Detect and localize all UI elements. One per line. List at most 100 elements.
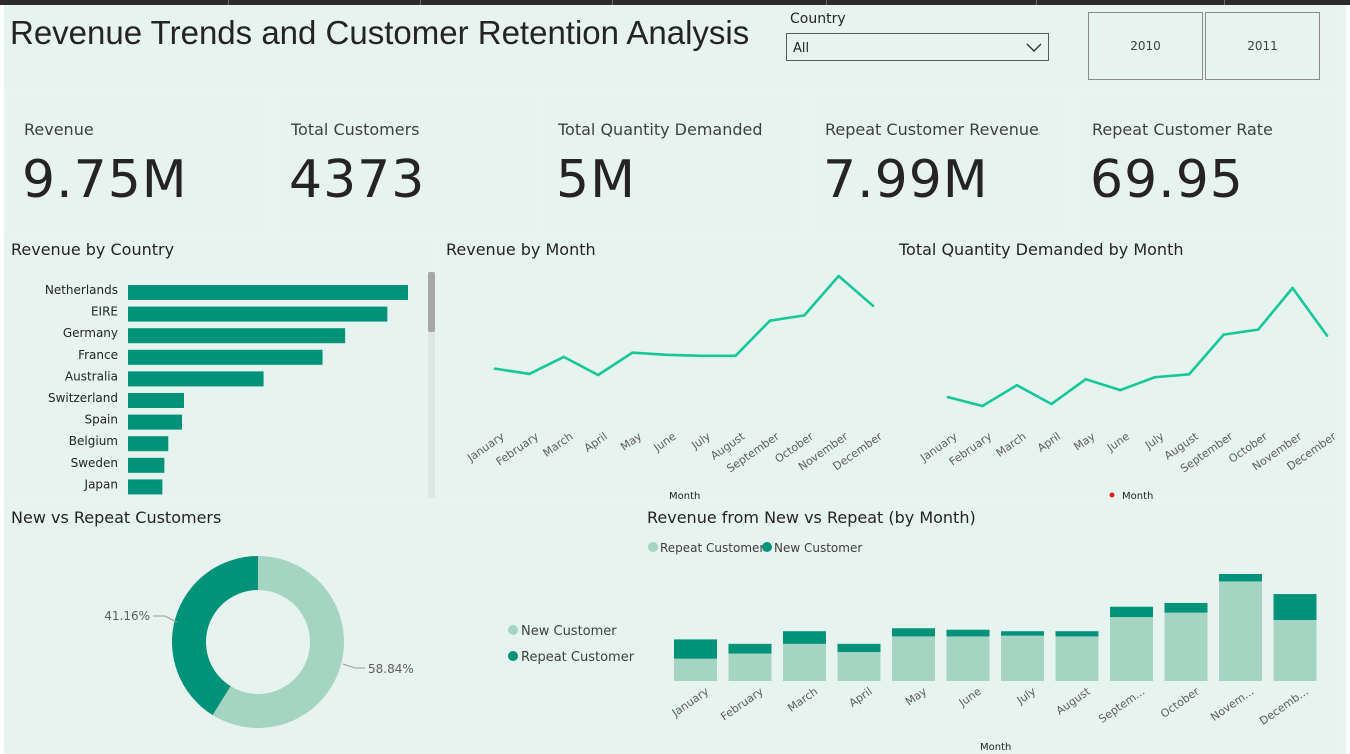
country-bar bbox=[128, 393, 184, 408]
revenue-new-vs-repeat-chart: Repeat Customer New Customer January Februa… bbox=[648, 541, 1317, 752]
repeat-customer-bar bbox=[674, 658, 717, 681]
donut-data-label: 58.84% bbox=[368, 662, 414, 676]
repeat-customer-bar bbox=[1055, 636, 1099, 681]
data-point bbox=[665, 353, 669, 357]
country-tick-label: EIRE bbox=[91, 305, 118, 319]
data-point bbox=[1084, 377, 1088, 381]
country-bar bbox=[128, 349, 323, 365]
axis-title: Month bbox=[1122, 491, 1153, 500]
data-point bbox=[1222, 333, 1225, 336]
legend-dot-icon bbox=[1109, 492, 1115, 498]
country-dropdown-value: All bbox=[793, 41, 810, 56]
month-tick-label: June bbox=[651, 430, 679, 455]
chart-title-new-vs-repeat: New vs Repeat Customers bbox=[11, 508, 222, 527]
legend-label: Repeat Customer bbox=[660, 541, 764, 555]
data-point bbox=[596, 373, 600, 377]
data-point bbox=[1325, 334, 1329, 337]
repeat-customer-bar bbox=[1001, 635, 1044, 681]
kpi-card-total-customers: Total Customers 4373 bbox=[277, 94, 535, 234]
country-bar bbox=[128, 285, 408, 300]
page-title: Revenue Trends and Customer Retention An… bbox=[10, 14, 750, 51]
leader-line bbox=[153, 615, 178, 623]
month-tick-label: July bbox=[688, 430, 713, 453]
new-customer-bar bbox=[1110, 606, 1153, 618]
country-bar bbox=[128, 414, 183, 430]
country-tick-label: Sweden bbox=[71, 456, 118, 470]
repeat-customer-bar bbox=[1164, 612, 1208, 681]
data-point bbox=[1153, 375, 1157, 379]
new-customer-bar bbox=[1055, 631, 1099, 637]
data-point bbox=[1050, 402, 1053, 406]
legend-dot-icon bbox=[508, 625, 518, 635]
scrollbar-thumb[interactable] bbox=[428, 272, 435, 332]
month-tick-label: Decemb... bbox=[1257, 685, 1311, 728]
year-button-2011[interactable]: 2011 bbox=[1205, 12, 1320, 80]
kpi-card-total-quantity: Total Quantity Demanded 5M bbox=[544, 94, 802, 234]
data-point bbox=[699, 354, 703, 358]
country-tick-label: Switzerland bbox=[48, 391, 118, 405]
country-bar bbox=[128, 328, 346, 344]
new-customer-bar bbox=[1273, 594, 1317, 621]
kpi-label: Total Quantity Demanded bbox=[558, 120, 763, 139]
kpi-value: 69.95 bbox=[1090, 150, 1244, 210]
data-point bbox=[631, 351, 634, 354]
country-dropdown[interactable]: All bbox=[786, 33, 1049, 61]
month-tick-label: April bbox=[582, 430, 610, 455]
data-point bbox=[562, 355, 566, 359]
country-tick-label: France bbox=[78, 348, 118, 362]
year-button-2010[interactable]: 2010 bbox=[1088, 12, 1203, 80]
repeat-customer-bar bbox=[1273, 620, 1317, 681]
month-tick-label: July bbox=[1014, 685, 1039, 708]
new-vs-repeat-donut-chart: 41.16% 58.84% New Customer Repeat Customer bbox=[104, 556, 635, 728]
axis-title: Month bbox=[980, 742, 1011, 752]
new-customer-bar bbox=[728, 643, 772, 654]
new-customer-bar bbox=[837, 643, 881, 653]
data-point bbox=[1256, 328, 1260, 331]
data-point bbox=[1118, 388, 1122, 392]
data-point bbox=[871, 304, 875, 308]
country-chart-scrollbar[interactable] bbox=[428, 272, 435, 498]
kpi-value: 4373 bbox=[289, 150, 426, 210]
kpi-label: Repeat Customer Rate bbox=[1092, 120, 1273, 139]
series-line bbox=[947, 286, 1329, 408]
data-point bbox=[1187, 372, 1191, 376]
repeat-customer-bar bbox=[1219, 581, 1262, 681]
month-tick-label: July bbox=[1142, 430, 1167, 453]
country-bar bbox=[128, 306, 388, 322]
axis-title: Month bbox=[669, 491, 700, 500]
month-tick-label: October bbox=[1158, 685, 1202, 721]
donut-data-label: 41.16% bbox=[104, 609, 150, 623]
month-tick-label: Septem... bbox=[1096, 685, 1147, 726]
chart-title-revenue-new-vs-repeat: Revenue from New vs Repeat (by Month) bbox=[647, 508, 976, 527]
country-bar bbox=[128, 479, 163, 495]
donut-slice bbox=[172, 556, 258, 716]
kpi-value: 5M bbox=[556, 150, 636, 210]
month-tick-label: April bbox=[847, 685, 875, 710]
country-tick-label: Japan bbox=[84, 477, 118, 491]
legend-label: New Customer bbox=[521, 624, 617, 639]
new-customer-bar bbox=[1164, 602, 1208, 613]
kpi-label: Revenue bbox=[24, 120, 94, 139]
new-customer-bar bbox=[1001, 631, 1044, 636]
revenue-by-country-chart: Netherlands EIRE Germany France Australia Swi… bbox=[45, 283, 408, 495]
legend-label: New Customer bbox=[774, 541, 862, 555]
quantity-by-month-chart: JanuaryFebruary March April May June JulyAugu… bbox=[917, 286, 1339, 500]
country-tick-label: Belgium bbox=[69, 434, 118, 448]
legend-dot-icon bbox=[508, 651, 518, 661]
kpi-card-revenue: Revenue 9.75M bbox=[10, 94, 268, 234]
kpi-label: Repeat Customer Revenue bbox=[825, 120, 1039, 139]
month-tick-label: Novem... bbox=[1208, 685, 1256, 724]
month-tick-label: March bbox=[994, 430, 1029, 460]
kpi-card-repeat-rate: Repeat Customer Rate 69.95 bbox=[1078, 94, 1338, 234]
data-point bbox=[734, 354, 737, 358]
month-tick-label: May bbox=[618, 430, 644, 454]
country-filter-label: Country bbox=[790, 11, 846, 27]
new-customer-bar bbox=[674, 639, 717, 659]
repeat-customer-bar bbox=[946, 636, 990, 681]
chart-title-revenue-by-country: Revenue by Country bbox=[11, 240, 175, 259]
repeat-customer-bar bbox=[892, 636, 935, 681]
month-tick-label: May bbox=[1071, 430, 1097, 454]
country-tick-label: Germany bbox=[63, 326, 118, 340]
repeat-customer-bar bbox=[728, 653, 772, 681]
revenue-by-month-chart: JanuaryFebruary March April May June JulyAugu… bbox=[464, 274, 885, 500]
